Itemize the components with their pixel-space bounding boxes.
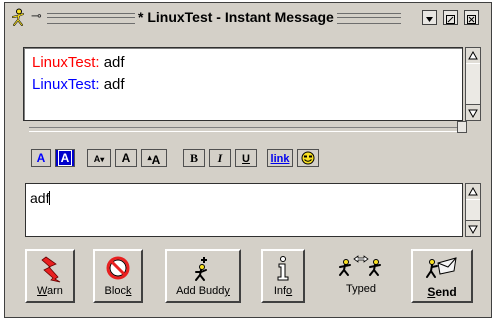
message-text: adf	[103, 76, 125, 93]
typing-status: Typed	[327, 249, 395, 303]
warn-button[interactable]: Warn	[25, 249, 75, 303]
title-bar[interactable]: ⊸ * LinuxTest - Instant Message	[7, 5, 489, 31]
bold-label: B	[189, 151, 198, 165]
message-text: adf	[103, 54, 125, 71]
scroll-up-button[interactable]	[466, 184, 480, 200]
running-man-icon[interactable]	[10, 8, 28, 32]
text-color-label: A	[36, 151, 46, 165]
conversation-scrollbar[interactable]	[465, 47, 481, 121]
block-label: Block	[104, 285, 132, 297]
font-size-label: A	[121, 151, 131, 165]
block-icon	[106, 256, 130, 280]
im-window: ⊸ * LinuxTest - Instant Message LinuxTes…	[4, 2, 492, 318]
lightning-bolt-icon	[41, 256, 61, 283]
scroll-thumb[interactable]	[466, 199, 480, 221]
background-color-button[interactable]: A	[55, 149, 75, 167]
typing-buddies-icon	[339, 255, 381, 276]
scroll-up-button[interactable]	[466, 48, 480, 64]
pane-divider-handle[interactable]	[457, 121, 467, 133]
scroll-thumb[interactable]	[466, 63, 480, 105]
message-sender: LinuxTest:	[32, 54, 100, 71]
warn-label: Warn	[37, 285, 63, 297]
shade-icon	[446, 15, 455, 24]
pin-icon[interactable]: ⊸	[31, 9, 42, 24]
font-smaller-icon: ▾	[100, 155, 105, 164]
scroll-down-button[interactable]	[466, 220, 480, 236]
bold-button[interactable]: B	[183, 149, 205, 167]
close-button[interactable]	[464, 10, 479, 25]
add-buddy-icon	[195, 257, 207, 281]
menu-triangle-icon	[426, 17, 433, 22]
block-button[interactable]: Block	[93, 249, 143, 303]
send-label: Send	[427, 285, 457, 299]
arrow-down-icon	[468, 109, 478, 119]
smiley-icon	[301, 151, 315, 165]
compose-scrollbar[interactable]	[465, 183, 481, 237]
shade-button[interactable]	[443, 10, 458, 25]
add-buddy-label: Add Buddy	[176, 285, 230, 297]
add-buddy-button[interactable]: Add Buddy	[165, 249, 241, 303]
font-size-button[interactable]: A	[115, 149, 137, 167]
font-bigger-label: A	[151, 153, 161, 167]
underline-label: U	[242, 153, 250, 165]
font-bigger-button[interactable]: ▴A	[141, 149, 167, 167]
arrow-down-icon	[468, 225, 478, 235]
text-caret	[49, 191, 51, 205]
send-button[interactable]: Send	[411, 249, 473, 303]
link-button[interactable]: link	[267, 149, 293, 167]
underline-button[interactable]: U	[235, 149, 257, 167]
text-color-button[interactable]: A	[31, 149, 51, 167]
link-label: link	[270, 153, 290, 165]
italic-button[interactable]: I	[209, 149, 231, 167]
arrow-up-icon	[468, 186, 478, 196]
message-sender: LinuxTest:	[32, 76, 100, 93]
smiley-button[interactable]	[297, 149, 319, 167]
info-button[interactable]: Info	[261, 249, 305, 303]
pane-divider[interactable]	[29, 127, 461, 132]
message-line: LinuxTest: adf	[32, 54, 454, 76]
typing-status-label: Typed	[346, 283, 376, 295]
info-icon	[277, 256, 289, 281]
info-label: Info	[273, 285, 293, 297]
font-face-button[interactable]: A▾	[87, 149, 111, 167]
message-input[interactable]: adf	[25, 183, 463, 237]
background-color-label: A	[57, 150, 73, 166]
message-line: LinuxTest: adf	[32, 76, 454, 98]
italic-label: I	[217, 151, 223, 165]
menu-button[interactable]	[422, 10, 437, 25]
message-input-text: adf	[30, 190, 50, 206]
close-icon	[467, 15, 476, 24]
conversation-view[interactable]: LinuxTest: adf LinuxTest: adf	[23, 47, 463, 121]
send-icon	[426, 257, 457, 278]
arrow-up-icon	[468, 50, 478, 60]
scroll-down-button[interactable]	[466, 104, 480, 120]
window-title: * LinuxTest - Instant Message	[135, 9, 337, 25]
